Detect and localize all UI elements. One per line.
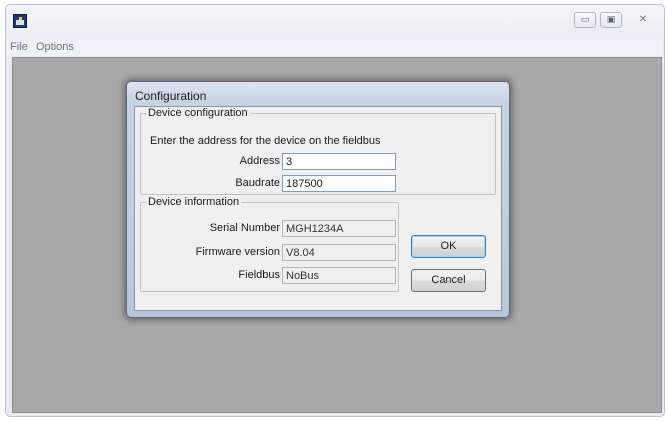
device-configuration-group: Device configuration Enter the address f…	[140, 107, 496, 195]
ok-button[interactable]: OK	[411, 235, 486, 258]
address-instruction: Enter the address for the device on the …	[150, 135, 381, 147]
cancel-button[interactable]: Cancel	[411, 269, 486, 292]
dialog-title: Configuration	[135, 89, 207, 103]
device-configuration-legend: Device configuration	[148, 107, 248, 119]
fieldbus-label: Fieldbus	[238, 269, 280, 281]
minimize-icon: ▭	[580, 15, 590, 25]
address-label: Address	[239, 155, 280, 167]
firmware-version-label: Firmware version	[195, 246, 280, 258]
dialog-body: Device configuration Enter the address f…	[134, 106, 502, 311]
app-icon[interactable]	[13, 14, 27, 28]
menu-options[interactable]: Options	[36, 41, 74, 53]
configuration-dialog: Configuration Device configuration Enter…	[126, 81, 510, 318]
baudrate-label: Baudrate	[235, 177, 280, 189]
serial-number-field	[282, 220, 396, 237]
firmware-version-field	[282, 244, 396, 261]
device-information-group: Device information Serial Number Firmwar…	[140, 196, 399, 292]
maximize-icon: ▣	[606, 15, 616, 25]
menu-file[interactable]: File	[10, 41, 28, 53]
minimize-button[interactable]: ▭	[574, 12, 596, 28]
maximize-button[interactable]: ▣	[600, 12, 622, 28]
address-input[interactable]	[282, 153, 396, 170]
close-button[interactable]: ✕	[628, 12, 658, 28]
baudrate-input[interactable]	[282, 175, 396, 192]
fieldbus-field	[282, 267, 396, 284]
menubar: File Options	[6, 40, 663, 56]
serial-number-label: Serial Number	[209, 222, 280, 234]
close-icon: ✕	[638, 14, 648, 25]
device-information-legend: Device information	[148, 196, 240, 208]
